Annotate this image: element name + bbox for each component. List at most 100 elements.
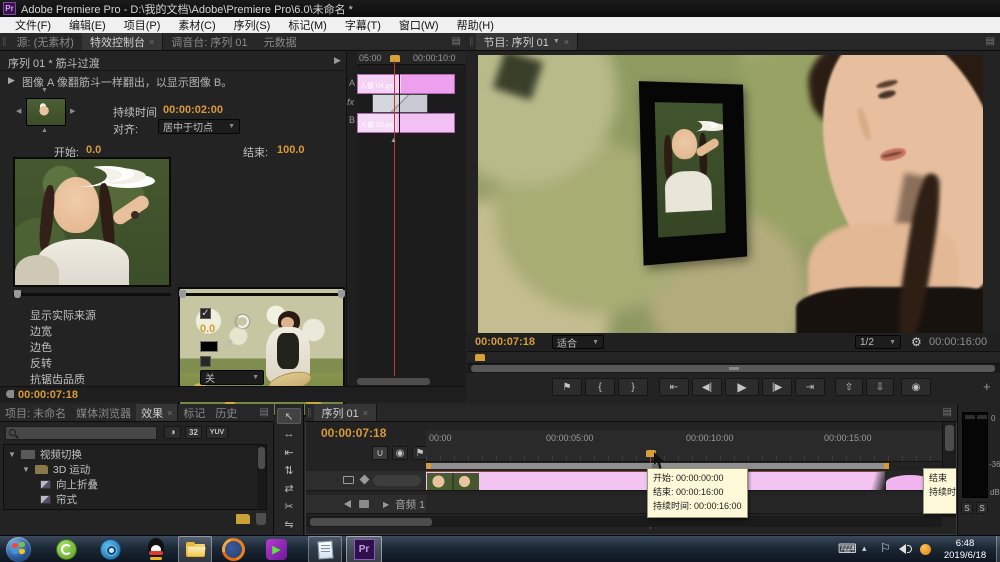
taskbar-notepad-button[interactable] bbox=[308, 536, 342, 562]
panel-menu-icon[interactable]: ▤ bbox=[981, 36, 1000, 47]
expand-track-icon[interactable]: ▶ bbox=[383, 500, 389, 509]
tab-source[interactable]: 源: (无素材) bbox=[9, 33, 82, 50]
tab-metadata[interactable]: 元数据 bbox=[256, 33, 305, 50]
close-icon[interactable]: × bbox=[167, 408, 172, 418]
border-color-swatch[interactable] bbox=[200, 341, 218, 352]
start-button[interactable] bbox=[6, 537, 31, 562]
show-desktop-button[interactable] bbox=[996, 536, 1000, 562]
step-back-button[interactable]: ◀| bbox=[692, 378, 722, 396]
track-select-tool[interactable]: ↔ bbox=[277, 426, 301, 442]
menu-project[interactable]: 项目(P) bbox=[115, 17, 170, 33]
tree-row-video-transitions[interactable]: ▼ 视频切换 bbox=[8, 447, 82, 462]
transition-play-icon[interactable]: ▶ bbox=[334, 55, 341, 66]
menu-title[interactable]: 字幕(T) bbox=[336, 17, 390, 33]
panel-menu-icon[interactable]: ▤ bbox=[938, 407, 957, 418]
mark-in-button[interactable]: { bbox=[585, 378, 615, 396]
transition-expand-icon[interactable]: ▶ bbox=[8, 75, 15, 86]
border-width-value[interactable]: 0.0 bbox=[200, 323, 215, 335]
direction-up-icon[interactable]: ▼ bbox=[41, 87, 48, 94]
track-lock-icon[interactable] bbox=[360, 475, 370, 485]
video-track-name-pill[interactable] bbox=[373, 475, 421, 486]
direction-right-icon[interactable]: ▶ bbox=[70, 107, 75, 115]
button-editor-plus[interactable]: + bbox=[983, 379, 991, 394]
menu-window[interactable]: 窗口(W) bbox=[390, 17, 448, 33]
antialias-dropdown[interactable]: 关 ▼ bbox=[200, 370, 264, 385]
32bit-effects-badge[interactable]: 32 bbox=[185, 426, 202, 439]
program-playhead-icon[interactable] bbox=[475, 354, 485, 361]
program-scrollbar[interactable] bbox=[467, 364, 1000, 373]
program-current-time[interactable]: 00:00:07:18 bbox=[475, 336, 535, 348]
razor-tool[interactable]: ✂ bbox=[277, 498, 301, 514]
add-marker-button[interactable]: ⚑ bbox=[552, 378, 582, 396]
chevron-down-icon[interactable]: ▼ bbox=[553, 38, 560, 45]
tree-row-3d-motion[interactable]: ▼ 3D 运动 bbox=[22, 462, 90, 477]
end-slider[interactable] bbox=[178, 293, 345, 296]
effect-controls-timecode[interactable]: 00:00:07:18 bbox=[18, 389, 78, 401]
menu-edit[interactable]: 编辑(E) bbox=[60, 17, 115, 33]
tab-effects[interactable]: 效果 × bbox=[136, 404, 178, 421]
yuv-effects-badge[interactable]: YUV bbox=[206, 426, 228, 439]
tab-project[interactable]: 项目: 未命名 bbox=[0, 404, 71, 421]
expand-icon[interactable]: ▼ bbox=[8, 450, 16, 459]
track-output-icon[interactable] bbox=[343, 476, 354, 484]
solo-left-button[interactable]: S bbox=[961, 502, 973, 514]
menu-help[interactable]: 帮助(H) bbox=[448, 17, 503, 33]
timeline-current-time[interactable]: 00:00:07:18 bbox=[321, 426, 386, 440]
mini-timeline-scrollbar[interactable] bbox=[357, 378, 430, 385]
end-slider-handle-right[interactable] bbox=[338, 290, 345, 298]
transition-preview-thumb[interactable] bbox=[26, 98, 66, 126]
play-button[interactable]: ▶ bbox=[725, 378, 759, 396]
taskbar-360-browser-icon[interactable] bbox=[56, 539, 77, 560]
tab-history[interactable]: 历史 bbox=[210, 404, 242, 421]
slip-tool[interactable]: ⇋ bbox=[277, 516, 301, 532]
settings-wrench-icon[interactable]: ⚙ bbox=[911, 335, 922, 349]
tab-program[interactable]: 节目: 序列 01 ▼ × bbox=[476, 33, 579, 50]
reverse-checkbox[interactable] bbox=[200, 356, 211, 367]
eyedropper-icon[interactable]: ✎ bbox=[224, 337, 233, 350]
zoom-level-dropdown[interactable]: 适合 ▼ bbox=[552, 335, 604, 349]
ripple-edit-tool[interactable]: ⇤ bbox=[277, 444, 301, 460]
tab-audio-mixer[interactable]: 调音台: 序列 01 bbox=[163, 33, 255, 50]
duration-value[interactable]: 00:00:02:00 bbox=[163, 104, 223, 116]
tray-volume-icon[interactable] bbox=[899, 544, 906, 554]
align-dropdown[interactable]: 居中于切点 ▼ bbox=[158, 119, 240, 134]
snap-toggle-icon[interactable]: ∪ bbox=[372, 446, 388, 460]
expand-icon[interactable]: ▼ bbox=[22, 465, 30, 474]
solo-right-button[interactable]: S bbox=[976, 502, 988, 514]
close-icon[interactable]: × bbox=[363, 408, 368, 418]
mini-clip-b[interactable]: 人像 05.jpg bbox=[357, 113, 455, 133]
tray-show-hidden-icon[interactable]: ▴ bbox=[862, 543, 867, 554]
taskbar-explorer-button[interactable] bbox=[178, 536, 212, 562]
selection-tool[interactable]: ↖ bbox=[277, 408, 301, 424]
rolling-edit-tool[interactable]: ⇅ bbox=[277, 462, 301, 478]
encore-chapter-marker-icon[interactable]: ◉ bbox=[392, 446, 408, 460]
start-value[interactable]: 0.0 bbox=[86, 144, 101, 156]
tree-row-curtain[interactable]: 帘式 bbox=[40, 492, 77, 507]
speaker-icon[interactable] bbox=[344, 500, 351, 508]
show-actual-sources-checkbox[interactable]: ✓ bbox=[200, 308, 211, 319]
tree-row-fold-up[interactable]: 向上折叠 bbox=[40, 477, 98, 492]
mini-clip-a[interactable]: 人像 04.jpg bbox=[357, 74, 455, 94]
effects-search-input[interactable] bbox=[5, 426, 157, 440]
timeline-ruler[interactable]: 00:00 00:00:05:00 00:00:10:00 00:00:15:0… bbox=[426, 430, 942, 462]
tray-clock[interactable]: 6:48 2019/6/18 bbox=[936, 538, 994, 562]
rate-stretch-tool[interactable]: ⇄ bbox=[277, 480, 301, 496]
export-frame-button[interactable]: ◉ bbox=[901, 378, 931, 396]
program-scrubber[interactable] bbox=[467, 351, 1000, 364]
close-icon[interactable]: × bbox=[564, 37, 569, 47]
tray-app-icon[interactable] bbox=[920, 544, 931, 555]
end-slider-handle-left[interactable] bbox=[179, 290, 186, 298]
taskbar-video-player-icon[interactable] bbox=[100, 539, 121, 560]
timeline-h-scrollbar[interactable] bbox=[306, 516, 942, 527]
start-slider[interactable] bbox=[13, 293, 171, 296]
go-to-out-button[interactable]: ⇥ bbox=[795, 378, 825, 396]
tray-action-center-icon[interactable]: ⚐ bbox=[880, 541, 891, 555]
taskbar-firefox-icon[interactable] bbox=[222, 538, 245, 561]
panel-menu-icon[interactable]: ▤ bbox=[447, 36, 466, 47]
step-forward-button[interactable]: |▶ bbox=[762, 378, 792, 396]
menu-marker[interactable]: 标记(M) bbox=[279, 17, 336, 33]
trash-icon[interactable] bbox=[256, 513, 266, 525]
tab-effect-controls[interactable]: 特效控制台 × bbox=[82, 33, 163, 50]
direction-left-icon[interactable]: ◀ bbox=[16, 107, 21, 115]
start-slider-handle[interactable] bbox=[14, 290, 21, 298]
